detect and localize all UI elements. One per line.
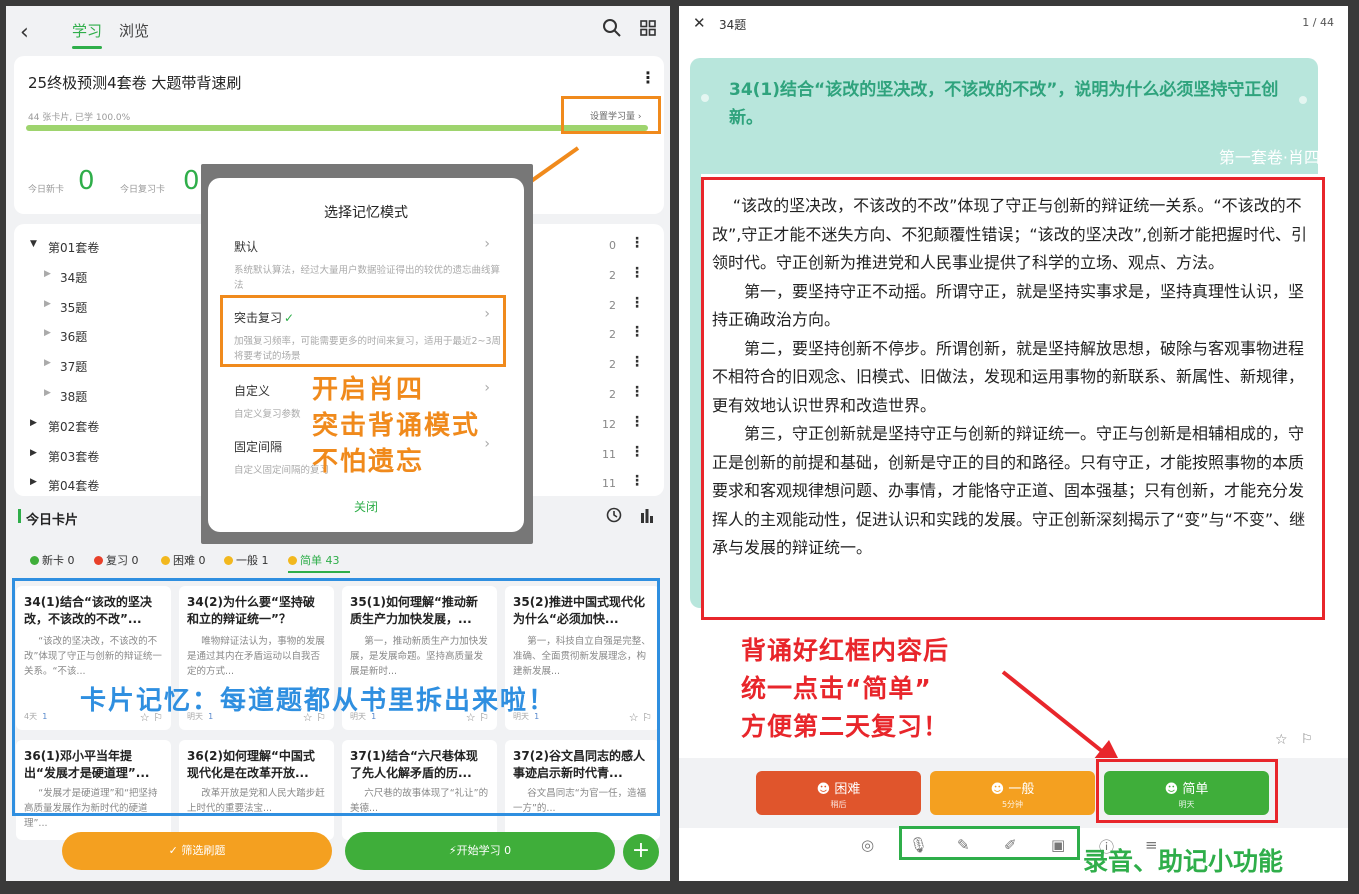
annotation-blue: 卡片记忆：每道题都从书里拆出来啦！ (80, 686, 557, 716)
stat-hard[interactable]: 困难 0 (161, 552, 206, 568)
red-highlight-easy (1096, 759, 1278, 823)
tree-row-count: 2 (609, 358, 616, 372)
voice-icon[interactable]: ◎ (861, 836, 874, 854)
face-icon (288, 556, 297, 565)
tab-browse[interactable]: 浏览 (119, 20, 149, 41)
filter-button[interactable]: ✓ 筛选刷题 (62, 832, 332, 870)
tree-row-label: 35题 (60, 300, 88, 315)
annotation-green: 录音、助记小功能 (1083, 847, 1284, 876)
tree-row-label: 37题 (60, 360, 88, 375)
new-today-label: 今日新卡 (28, 185, 65, 195)
chevron-right-icon: › (484, 436, 490, 452)
review-today-label: 今日复习卡 (120, 185, 166, 195)
cloud-icon (701, 94, 709, 102)
green-highlight-tools (899, 826, 1080, 860)
more-icon[interactable]: ⋮ (640, 68, 656, 87)
face-icon: ☻ (816, 782, 831, 797)
more-icon[interactable]: ⋮ (630, 384, 644, 400)
tree-row-count: 12 (602, 417, 616, 431)
chevron-right-icon: › (484, 236, 490, 252)
page-indicator: 1 / 44 (1302, 16, 1334, 29)
stat-easy-underline (288, 571, 350, 573)
tree-row-count: 2 (609, 298, 616, 312)
tree-row-count: 0 (609, 239, 616, 252)
back-icon[interactable]: ‹ (20, 20, 29, 45)
caret-right-icon[interactable]: ▶ (44, 269, 51, 279)
cloud-icon (1299, 96, 1307, 104)
orange-highlight-goal (561, 96, 661, 134)
more-icon[interactable]: ⋮ (630, 354, 644, 370)
tree-row-label: 第02套卷 (48, 419, 100, 434)
question-text: 34(1)结合“该改的坚决改，不该改的不改”，说明为什么必须坚持守正创新。 (729, 80, 1279, 128)
header-title: 34题 (719, 18, 747, 32)
orange-highlight-sprint (220, 295, 506, 367)
caret-right-icon[interactable]: ▶ (30, 448, 37, 458)
clover-icon (30, 556, 39, 565)
face-icon (161, 556, 170, 565)
new-today-value: 0 (78, 166, 95, 196)
option-default[interactable]: 默认 系统默认算法，经过大量用户数据验证得出的较优的遗忘曲线算法 (234, 238, 504, 293)
deck-progress-bar (26, 125, 648, 131)
tree-row-label: 第01套卷 (48, 241, 100, 255)
annotation-orange: 开启肖四 突击背诵模式 不怕遗忘 (312, 375, 481, 477)
more-icon[interactable]: ⋮ (630, 265, 644, 281)
stat-review[interactable]: 复习 0 (94, 552, 139, 568)
tree-row-label: 36题 (60, 330, 88, 345)
caret-right-icon[interactable]: ▶ (44, 388, 51, 398)
caret-right-icon[interactable]: ▶ (30, 418, 37, 428)
tree-row-count: 2 (609, 268, 616, 282)
hard-button[interactable]: ☻ 困难 稍后 (756, 771, 921, 815)
tree-row-label: 第03套卷 (48, 449, 100, 464)
section-marker (18, 509, 21, 523)
review-today-value: 0 (183, 166, 200, 196)
stat-easy[interactable]: 简单 43 (288, 552, 340, 568)
more-icon[interactable]: ⋮ (630, 444, 644, 460)
tree-row-count: 11 (602, 477, 616, 491)
normal-button[interactable]: ☻ 一般 5分钟 (930, 771, 1095, 815)
add-fab-button[interactable]: + (623, 834, 659, 870)
more-icon[interactable]: ⋮ (630, 414, 644, 430)
tree-row-label: 38题 (60, 390, 88, 404)
source-label: 第一套卷·肖四 (1218, 148, 1320, 167)
deck-title: 25终极预测4套卷 大题带背速刷 (28, 74, 242, 92)
tab-study[interactable]: 学习 (72, 20, 103, 49)
tree-row-label: 34题 (60, 270, 88, 285)
star-icon[interactable]: ☆ (1275, 732, 1288, 748)
alarm-icon (94, 556, 103, 565)
more-icon[interactable]: ⋮ (630, 473, 644, 489)
tree-row-label: 第04套卷 (48, 479, 100, 494)
caret-right-icon[interactable]: ▶ (44, 358, 51, 368)
face-icon (224, 556, 233, 565)
close-icon[interactable]: ✕ (693, 14, 706, 32)
caret-right-icon[interactable]: ▶ (30, 477, 37, 487)
more-icon[interactable]: ⋮ (630, 324, 644, 340)
right-phone-screen: ✕ 34题 1 / 44 34(1)结合“该改的坚决改，不该改的不改”，说明为什… (679, 6, 1348, 881)
chevron-right-icon: › (484, 380, 490, 396)
start-study-button[interactable]: ⚡开始学习 0 (345, 832, 615, 870)
clock-icon[interactable] (606, 507, 622, 527)
caret-down-icon[interactable]: ▼ (30, 239, 37, 249)
caret-right-icon[interactable]: ▶ (44, 299, 51, 309)
search-icon[interactable] (602, 18, 622, 42)
tree-row-count: 2 (609, 388, 616, 401)
tree-row-count: 2 (609, 328, 616, 342)
more-icon[interactable]: ⋮ (630, 295, 644, 311)
flag-icon[interactable]: ⚐ (1301, 732, 1313, 747)
today-cards-title: 今日卡片 (26, 513, 79, 528)
grid-icon[interactable] (640, 20, 656, 40)
stat-normal[interactable]: 一般 1 (224, 552, 269, 568)
tree-row-count: 11 (602, 447, 616, 461)
red-highlight-answer (701, 177, 1325, 620)
dialog-title: 选择记忆模式 (324, 205, 408, 221)
more-icon[interactable]: ⋮ (630, 235, 644, 251)
deck-progress-text: 44 张卡片, 已学 100.0% (28, 113, 131, 123)
stats-icon[interactable] (640, 507, 654, 527)
dialog-close-button[interactable]: 关闭 (208, 498, 524, 515)
caret-right-icon[interactable]: ▶ (44, 328, 51, 338)
face-icon: ☻ (990, 782, 1005, 797)
left-phone-screen: ‹ 学习 浏览 25终极预测4套卷 大题带背速刷 ⋮ 44 张卡片, 已学 10… (6, 6, 670, 881)
annotation-red: 背诵好红框内容后 统一点击“简单” 方便第二天复习！ (741, 636, 950, 741)
stat-new[interactable]: 新卡 0 (30, 552, 75, 568)
